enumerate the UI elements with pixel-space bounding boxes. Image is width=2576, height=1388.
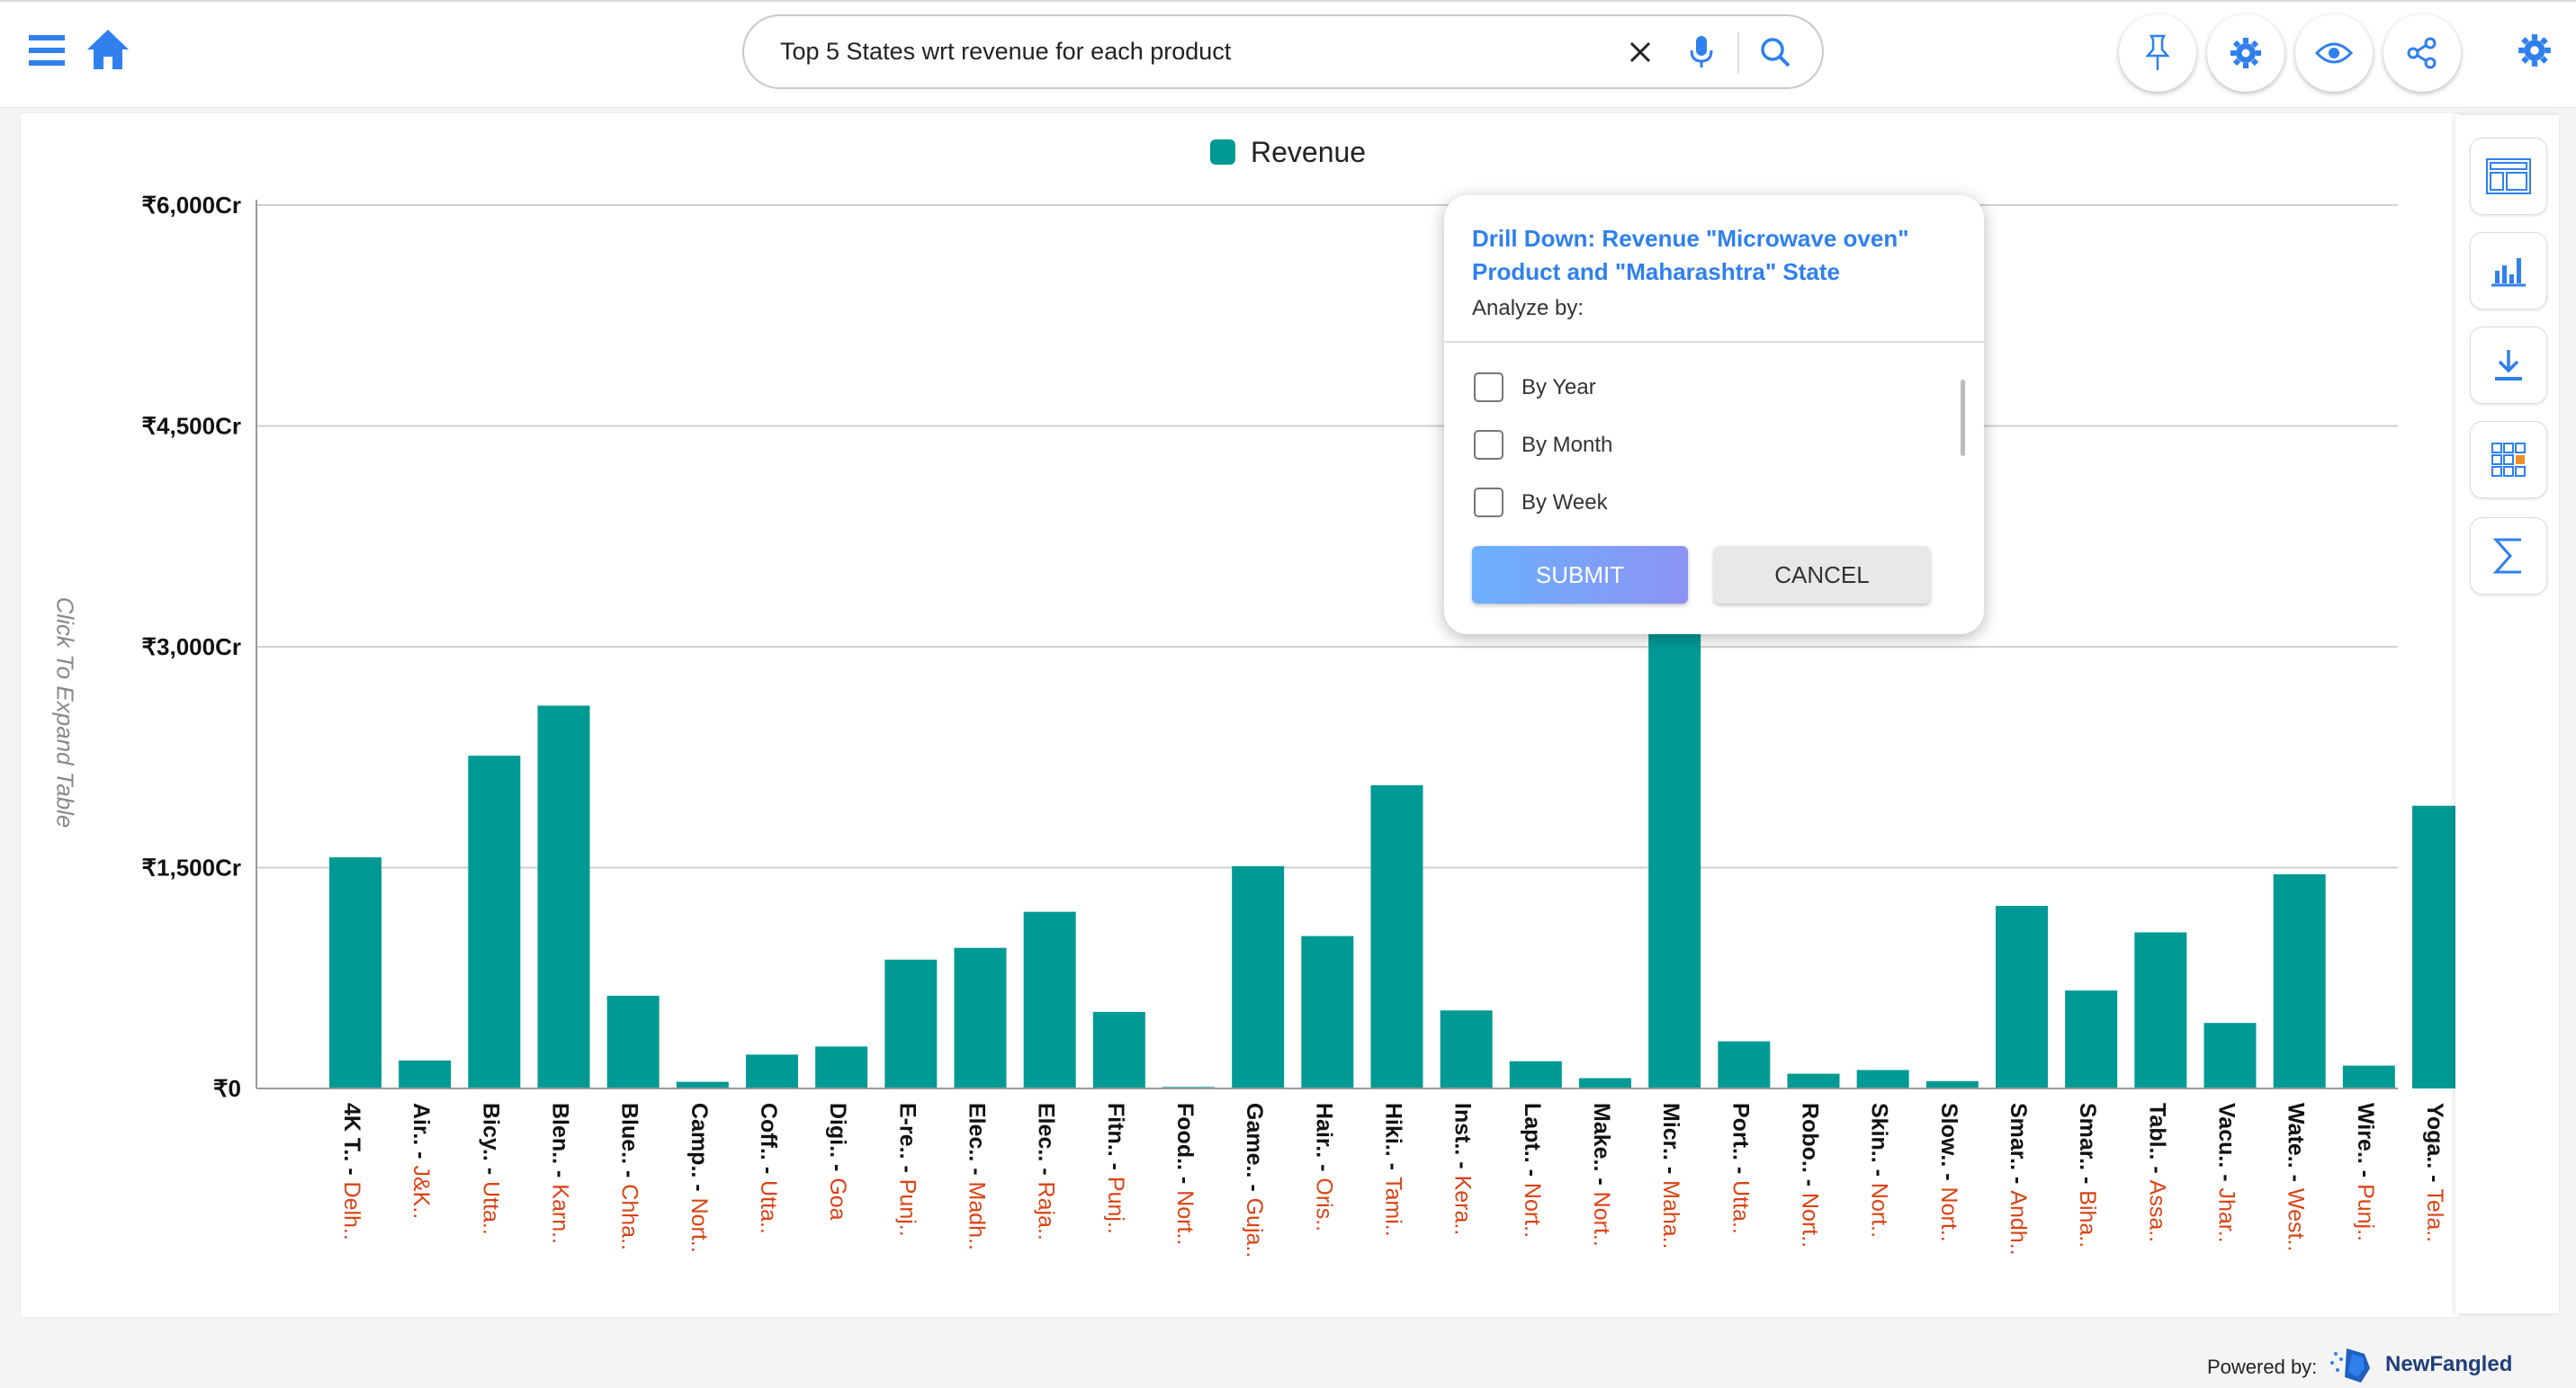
drilldown-title: Drill Down: Revenue "Microwave oven" Pro… [1472, 225, 1909, 285]
x-tick-label: Blen.. - Karn.. [548, 1103, 573, 1244]
x-tick-label: Air.. - J&K.. [408, 1103, 434, 1219]
legend-label: Revenue [1251, 136, 1366, 168]
drilldown-popup: Drill Down: Revenue "Microwave oven" Pro… [1444, 195, 1984, 634]
x-tick-label: Vacu.. - Jhar.. [2214, 1103, 2239, 1243]
revenue-bar-chart: ₹6,000Cr ₹4,500Cr ₹3,000Cr ₹1,500Cr ₹0 Revenu… [142, 136, 2464, 1258]
download-icon [2495, 350, 2522, 381]
layout-button[interactable] [2470, 138, 2547, 215]
x-tick-label: Hair.. - Oris.. [1311, 1103, 1336, 1231]
x-tick-label: Fitn.. - Punj.. [1103, 1103, 1128, 1234]
bar [1648, 597, 1701, 1088]
bar [1787, 1073, 1840, 1088]
y-tick-label: ₹4,500Cr [142, 413, 242, 440]
bar [2273, 873, 2326, 1088]
bar [1370, 784, 1423, 1088]
x-tick-label: Smar.. - Biha.. [2075, 1103, 2100, 1248]
bar [2134, 932, 2187, 1088]
y-tick-label: ₹6,000Cr [142, 192, 242, 219]
aggregate-button[interactable] [2470, 517, 2547, 595]
options-scrollbar[interactable] [1961, 380, 1965, 456]
x-tick-label: Game.. - Guja.. [1242, 1103, 1267, 1258]
bar [1996, 906, 2048, 1088]
bar [676, 1081, 729, 1088]
option-by-month[interactable]: By Month [1474, 430, 1612, 460]
bar [2342, 1065, 2395, 1088]
by-year-label: By Year [1521, 374, 1596, 399]
bar [1856, 1070, 1909, 1088]
x-tick-label: Inst.. - Kera.. [1450, 1103, 1476, 1235]
x-tick-label: Skin.. - Nort.. [1867, 1103, 1892, 1238]
bar [1023, 911, 1076, 1088]
pivot-button[interactable] [2470, 421, 2547, 498]
x-tick-label: Smar.. - Andh.. [2006, 1103, 2031, 1256]
x-tick-label: Camp.. - Nort.. [687, 1103, 712, 1253]
bar [954, 947, 1007, 1088]
cancel-button[interactable]: CANCEL [1714, 546, 1930, 604]
sigma-icon [2492, 538, 2521, 574]
bar [399, 1060, 452, 1088]
bar [1301, 936, 1354, 1088]
bar [1925, 1080, 1979, 1088]
drilldown-divider [1444, 341, 1984, 343]
y-tick-label: ₹1,500Cr [142, 855, 242, 882]
grid-icon [2491, 443, 2526, 477]
bar [606, 995, 660, 1088]
chart-type-button[interactable] [2470, 232, 2547, 309]
bar [815, 1046, 868, 1088]
legend-swatch [1210, 139, 1235, 165]
bar [2204, 1023, 2257, 1088]
brand-name: NewFangled [2385, 1352, 2513, 1376]
x-tick-label: Bicy.. - Utta.. [478, 1103, 503, 1235]
x-tick-label: Coff.. - Utta.. [756, 1103, 781, 1234]
x-tick-label: E-re.. - Punj.. [894, 1103, 920, 1237]
x-tick-label: Digi.. - Goa [825, 1103, 850, 1221]
bar [1440, 1010, 1493, 1088]
x-tick-label: Wate.. - West.. [2284, 1103, 2309, 1251]
bar [537, 705, 590, 1088]
by-month-checkbox[interactable] [1474, 430, 1503, 460]
bar [2065, 990, 2118, 1088]
by-week-label: By Week [1521, 489, 1608, 515]
powered-by-label: Powered by: [2207, 1356, 2318, 1378]
x-tick-label: Tabl.. - Assa.. [2144, 1103, 2169, 1242]
x-tick-label: Wire.. - Punj.. [2353, 1103, 2378, 1241]
newfangled-logo-icon [2330, 1348, 2370, 1383]
y-tick-label: ₹3,000Cr [142, 633, 242, 660]
x-tick-label: Yoga.. - Tela.. [2422, 1103, 2447, 1242]
by-week-checkbox[interactable] [1474, 488, 1503, 517]
bar [468, 756, 521, 1088]
x-tick-label: Slow.. - Nort.. [1936, 1103, 1961, 1242]
expand-table-label[interactable]: Click To Expand Table [51, 597, 79, 828]
x-tick-label: Make.. - Nort.. [1589, 1103, 1614, 1247]
bar-chart-icon [2491, 258, 2526, 287]
x-tick-label: 4K T.. - Delh.. [339, 1103, 364, 1240]
option-by-year[interactable]: By Year [1474, 372, 1596, 402]
x-tick-label: Micr.. - Maha.. [1658, 1103, 1683, 1249]
by-year-checkbox[interactable] [1474, 372, 1503, 402]
x-tick-label: Robo.. - Nort.. [1798, 1103, 1823, 1248]
bar [1579, 1078, 1631, 1088]
bar [329, 857, 381, 1088]
drilldown-subtitle: Analyze by: [1472, 296, 1584, 320]
x-tick-label: Port.. - Utta.. [1728, 1103, 1753, 1234]
bar [1092, 1011, 1145, 1088]
x-tick-label: Lapt.. - Nort.. [1520, 1103, 1545, 1238]
bar [746, 1054, 798, 1088]
x-tick-label: Hiki.. - Tami.. [1381, 1103, 1406, 1237]
bar [1509, 1061, 1562, 1088]
option-by-week[interactable]: By Week [1474, 488, 1608, 517]
x-tick-label: Elec.. - Madh.. [965, 1103, 990, 1250]
layout-icon [2486, 158, 2531, 194]
y-tick-label: ₹0 [213, 1075, 241, 1102]
submit-button[interactable]: SUBMIT [1472, 546, 1688, 604]
bar [1232, 865, 1285, 1088]
bar [1718, 1041, 1771, 1088]
x-tick-label: Elec.. - Raja.. [1034, 1103, 1059, 1240]
by-month-label: By Month [1521, 432, 1613, 457]
x-tick-label: Food.. - Nort.. [1172, 1103, 1198, 1245]
right-toolbar [2455, 115, 2559, 1313]
download-button[interactable] [2470, 327, 2547, 404]
bar [884, 959, 938, 1088]
x-tick-label: Blue.. - Chha.. [617, 1103, 642, 1250]
